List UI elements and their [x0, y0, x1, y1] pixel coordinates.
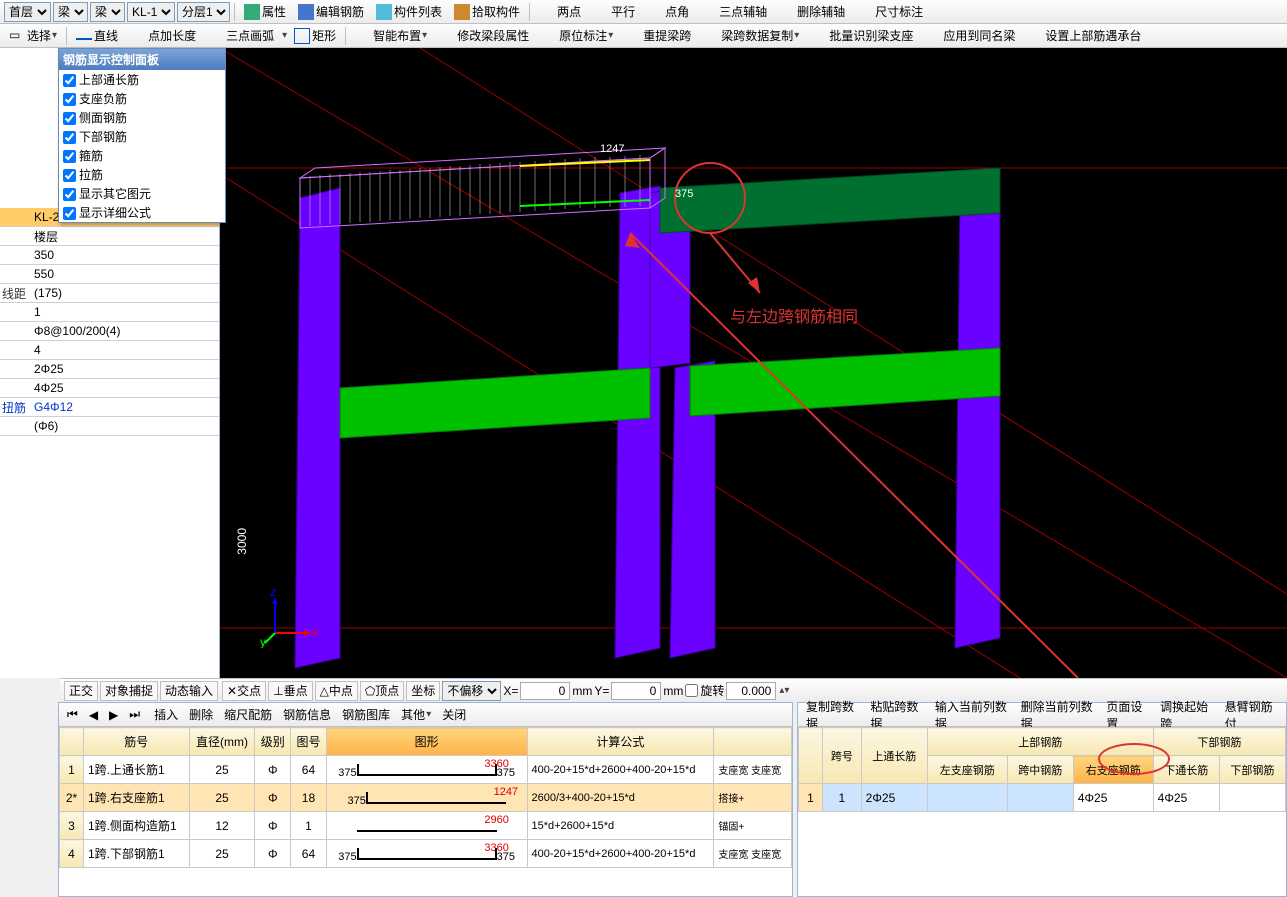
combo-member[interactable]: KL-1: [127, 2, 175, 22]
chk-stirrup[interactable]: 箍筋: [59, 146, 225, 165]
dim-right: 375: [675, 188, 693, 200]
btn-edit-span-attr[interactable]: 修改梁段属性: [434, 26, 534, 46]
btn-rect[interactable]: 矩形: [289, 26, 341, 46]
nav-next[interactable]: ▶: [105, 705, 122, 725]
btn-reload-span[interactable]: 重提梁跨: [620, 26, 696, 46]
chk-other-elem[interactable]: 显示其它图元: [59, 184, 225, 203]
btn-point-length[interactable]: 点加长度: [125, 26, 201, 46]
input-rotate[interactable]: [726, 682, 776, 700]
chk-detail-formula[interactable]: 显示详细公式: [59, 203, 225, 222]
btn-snap-vertex[interactable]: ⬠ 顶点: [360, 681, 404, 701]
table-row: 1 1跨.上通长筋1 25 Φ 64 3753360375 400-20+15*…: [60, 756, 792, 784]
input-y[interactable]: [611, 682, 661, 700]
btn-rebar-lib[interactable]: 钢筋图库: [338, 705, 394, 725]
input-x[interactable]: [520, 682, 570, 700]
btn-paste-span[interactable]: 粘贴跨数据: [866, 705, 927, 725]
btn-select[interactable]: ▭选择▾: [4, 26, 62, 46]
btn-inplace-label[interactable]: 原位标注▾: [536, 26, 618, 46]
combo-offset[interactable]: 不偏移: [442, 681, 501, 701]
btn-delete[interactable]: 删除: [185, 705, 217, 725]
chk-tie[interactable]: 拉筋: [59, 165, 225, 184]
btn-member-list[interactable]: 构件列表: [371, 2, 447, 22]
btn-property[interactable]: 属性: [239, 2, 291, 22]
toolbar-draw: ▭选择▾ 直线 点加长度 三点画弧 ▾ 矩形 智能布置▾ 修改梁段属性 原位标注…: [0, 24, 1287, 48]
btn-ortho[interactable]: 正交: [64, 681, 98, 701]
btn-apply-same[interactable]: 应用到同名梁: [920, 26, 1020, 46]
table-row: 4 1跨.下部钢筋1 25 Φ 64 3753360375 400-20+15*…: [60, 840, 792, 868]
dim-top: 1247: [600, 143, 624, 155]
nav-first[interactable]: ⏮: [63, 705, 82, 725]
combo-layer[interactable]: 分层1: [177, 2, 230, 22]
nav-last[interactable]: ⏭: [125, 705, 144, 725]
btn-line[interactable]: 直线: [71, 26, 123, 46]
btn-rebar-info[interactable]: 钢筋信息: [279, 705, 335, 725]
chk-support-neg[interactable]: 支座负筋: [59, 89, 225, 108]
table-row: 3 1跨.侧面构造筋1 12 Φ 1 2960 15*d+2600+15*d 锚…: [60, 812, 792, 840]
btn-dimension[interactable]: 尺寸标注: [852, 2, 928, 22]
nav-prev[interactable]: ◀: [85, 705, 102, 725]
chk-rotate[interactable]: [685, 684, 698, 697]
btn-delete-column[interactable]: 删除当前列数据: [1017, 705, 1100, 725]
btn-snap-mid[interactable]: △ 中点: [315, 681, 358, 701]
combo-cat2[interactable]: 梁: [90, 2, 125, 22]
btn-arc-3pt[interactable]: 三点画弧: [203, 26, 279, 46]
svg-text:x: x: [312, 625, 318, 639]
svg-text:y: y: [260, 635, 266, 648]
btn-cantilever-rebar[interactable]: 悬臂钢筋付: [1221, 705, 1282, 725]
chk-bottom-rebar[interactable]: 下部钢筋: [59, 127, 225, 146]
btn-parallel[interactable]: 平行: [588, 2, 640, 22]
btn-span-data-copy[interactable]: 梁跨数据复制▾: [698, 26, 804, 46]
btn-insert[interactable]: 插入: [150, 705, 182, 725]
rebar-detail-table[interactable]: 筋号 直径(mm) 级别 图号 图形 计算公式 1 1跨.上通长筋1 25 Φ …: [59, 727, 792, 868]
btn-top-rebar-cap[interactable]: 设置上部筋遇承台: [1022, 26, 1146, 46]
btn-snap-perp[interactable]: ⊥ 垂点: [268, 681, 312, 701]
btn-edit-rebar[interactable]: 编辑钢筋: [293, 2, 369, 22]
combo-floor[interactable]: 首层: [4, 2, 51, 22]
panel-title: 钢筋显示控制面板: [59, 49, 225, 70]
combo-cat1[interactable]: 梁: [53, 2, 88, 22]
chk-top-long[interactable]: 上部通长筋: [59, 70, 225, 89]
svg-text:z: z: [270, 588, 276, 599]
btn-point-angle[interactable]: 点角: [642, 2, 694, 22]
btn-swap-start-span[interactable]: 调换起始跨: [1156, 705, 1217, 725]
btn-smart-layout[interactable]: 智能布置▾: [350, 26, 432, 46]
table-row: 2* 1跨.右支座筋1 25 Φ 18 3751247 2600/3+400-2…: [60, 784, 792, 812]
rebar-display-panel[interactable]: 钢筋显示控制面板 上部通长筋 支座负筋 侧面钢筋 下部钢筋 箍筋 拉筋 显示其它…: [58, 48, 226, 223]
snap-toolbar: 正交 对象捕捉 动态输入 ✕ 交点 ⊥ 垂点 △ 中点 ⬠ 顶点 坐标 不偏移 …: [60, 678, 1287, 702]
btn-two-point[interactable]: 两点: [534, 2, 586, 22]
3d-viewport[interactable]: 1247 375 3000 与左边跨钢筋相同 x z y: [220, 48, 1287, 678]
btn-three-point-aux[interactable]: 三点辅轴: [696, 2, 772, 22]
span-data-table[interactable]: 跨号 上通长筋 上部钢筋 下部钢筋 左支座钢筋 跨中钢筋 右支座钢筋 下通长筋 …: [798, 727, 1286, 812]
btn-other[interactable]: 其他▾: [397, 705, 435, 725]
btn-copy-span[interactable]: 复制跨数据: [802, 705, 863, 725]
property-list: KL-2 楼层 350 550 线距(175) 1 Φ8@100/200(4) …: [0, 208, 219, 436]
chk-side-rebar[interactable]: 侧面钢筋: [59, 108, 225, 127]
rebar-detail-panel: ⏮ ◀ ▶ ⏭ 插入 删除 缩尺配筋 钢筋信息 钢筋图库 其他▾ 关闭 筋号 直…: [58, 702, 793, 897]
btn-delete-aux[interactable]: 删除辅轴: [774, 2, 850, 22]
btn-pick-member[interactable]: 拾取构件: [449, 2, 525, 22]
btn-scale-rebar[interactable]: 缩尺配筋: [220, 705, 276, 725]
btn-snap-coord[interactable]: 坐标: [406, 681, 440, 701]
btn-close[interactable]: 关闭: [438, 705, 470, 725]
property-panel: 钢筋显示控制面板 上部通长筋 支座负筋 侧面钢筋 下部钢筋 箍筋 拉筋 显示其它…: [0, 48, 220, 678]
btn-dyninput[interactable]: 动态输入: [160, 681, 218, 701]
btn-batch-identify[interactable]: 批量识别梁支座: [806, 26, 918, 46]
btn-input-column[interactable]: 输入当前列数据: [931, 705, 1014, 725]
table-row: 1 1 2Φ25 4Φ25 4Φ25: [799, 784, 1286, 812]
span-data-panel: 复制跨数据 粘贴跨数据 输入当前列数据 删除当前列数据 页面设置 调换起始跨 悬…: [797, 702, 1287, 897]
btn-page-setup[interactable]: 页面设置: [1102, 705, 1153, 725]
btn-osnap[interactable]: 对象捕捉: [100, 681, 158, 701]
toolbar-dropdowns: 首层 梁 梁 KL-1 分层1 属性 编辑钢筋 构件列表 拾取构件 两点 平行 …: [0, 0, 1287, 24]
btn-snap-cross[interactable]: ✕ 交点: [222, 681, 266, 701]
